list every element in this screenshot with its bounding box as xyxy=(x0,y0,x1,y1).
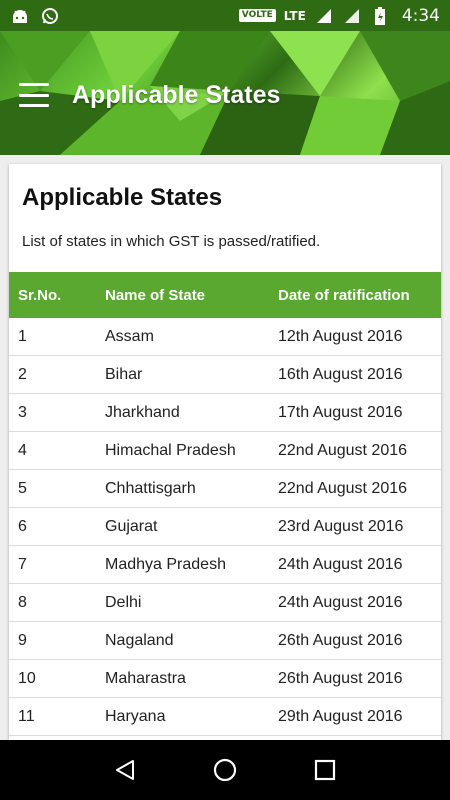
cell-srno: 7 xyxy=(18,556,27,573)
cell-state: Bihar xyxy=(105,366,143,383)
cell-date: 17th August 2016 xyxy=(278,404,403,421)
cell-srno: 8 xyxy=(18,594,27,611)
lte-indicator: LTE xyxy=(283,8,306,23)
cell-srno: 5 xyxy=(18,480,27,497)
header-ratification-date: Date of ratification xyxy=(278,287,410,304)
home-icon[interactable] xyxy=(210,755,240,785)
table-row: 3 Jharkhand 17th August 2016 xyxy=(9,394,441,432)
recents-icon[interactable] xyxy=(310,755,340,785)
cell-date: 16th August 2016 xyxy=(278,366,403,383)
cell-srno: 11 xyxy=(18,708,35,725)
table-row: 2 Bihar 16th August 2016 xyxy=(9,356,441,394)
cell-state: Himachal Pradesh xyxy=(105,442,236,459)
back-icon[interactable] xyxy=(110,755,140,785)
table-header: Sr.No. Name of State Date of ratificatio… xyxy=(9,272,441,318)
cell-state: Maharastra xyxy=(105,670,186,687)
cell-srno: 10 xyxy=(18,670,36,687)
app-bar: Applicable States xyxy=(0,31,450,155)
cell-srno: 4 xyxy=(18,442,27,459)
app-bar-title: Applicable States xyxy=(72,80,281,109)
cell-state: Madhya Pradesh xyxy=(105,556,226,573)
cell-date: 22nd August 2016 xyxy=(278,480,408,497)
table-row: 11 Haryana 29th August 2016 xyxy=(9,698,441,736)
cell-state: Haryana xyxy=(105,708,166,725)
navigation-bar xyxy=(0,740,450,800)
whatsapp-icon xyxy=(40,6,60,26)
cell-srno: 2 xyxy=(18,366,27,383)
cell-date: 26th August 2016 xyxy=(278,632,403,649)
header-srno: Sr.No. xyxy=(18,287,62,304)
states-card: Applicable States List of states in whic… xyxy=(9,164,441,744)
cell-state: Nagaland xyxy=(105,632,174,649)
hamburger-menu-icon[interactable] xyxy=(19,83,49,107)
cell-state: Chhattisgarh xyxy=(105,480,196,497)
signal-icon xyxy=(342,6,362,26)
cell-srno: 6 xyxy=(18,518,27,535)
status-bar: VOLTE LTE 4:34 xyxy=(0,0,450,31)
table-row: 10 Maharastra 26th August 2016 xyxy=(9,660,441,698)
table-row: 8 Delhi 24th August 2016 xyxy=(9,584,441,622)
table-row: 5 Chhattisgarh 22nd August 2016 xyxy=(9,470,441,508)
header-state-name: Name of State xyxy=(105,287,206,304)
cell-state: Delhi xyxy=(105,594,142,611)
cell-srno: 9 xyxy=(18,632,27,649)
table-row: 4 Himachal Pradesh 22nd August 2016 xyxy=(9,432,441,470)
cell-date: 24th August 2016 xyxy=(278,556,403,573)
table-row: 1 Assam 12th August 2016 xyxy=(9,318,441,356)
cell-date: 24th August 2016 xyxy=(278,594,403,611)
cell-srno: 1 xyxy=(18,328,27,345)
clock: 4:34 xyxy=(401,5,440,26)
cell-date: 12th August 2016 xyxy=(278,328,403,345)
cell-srno: 3 xyxy=(18,404,27,421)
cell-state: Assam xyxy=(105,328,154,345)
android-icon xyxy=(10,6,30,26)
table-row: 6 Gujarat 23rd August 2016 xyxy=(9,508,441,546)
cell-date: 22nd August 2016 xyxy=(278,442,408,459)
card-title: Applicable States xyxy=(22,184,223,211)
cell-date: 23rd August 2016 xyxy=(278,518,404,535)
cell-date: 26th August 2016 xyxy=(278,670,403,687)
cell-state: Gujarat xyxy=(105,518,158,535)
signal-icon xyxy=(314,6,334,26)
table-row: 7 Madhya Pradesh 24th August 2016 xyxy=(9,546,441,584)
battery-charging-icon xyxy=(370,6,390,26)
volte-badge: VOLTE xyxy=(238,9,276,22)
cell-state: Jharkhand xyxy=(105,404,180,421)
table-row: 9 Nagaland 26th August 2016 xyxy=(9,622,441,660)
cell-date: 29th August 2016 xyxy=(278,708,403,725)
table-body: 1 Assam 12th August 2016 2 Bihar 16th Au… xyxy=(9,318,441,736)
card-subtitle: List of states in which GST is passed/ra… xyxy=(22,233,321,250)
